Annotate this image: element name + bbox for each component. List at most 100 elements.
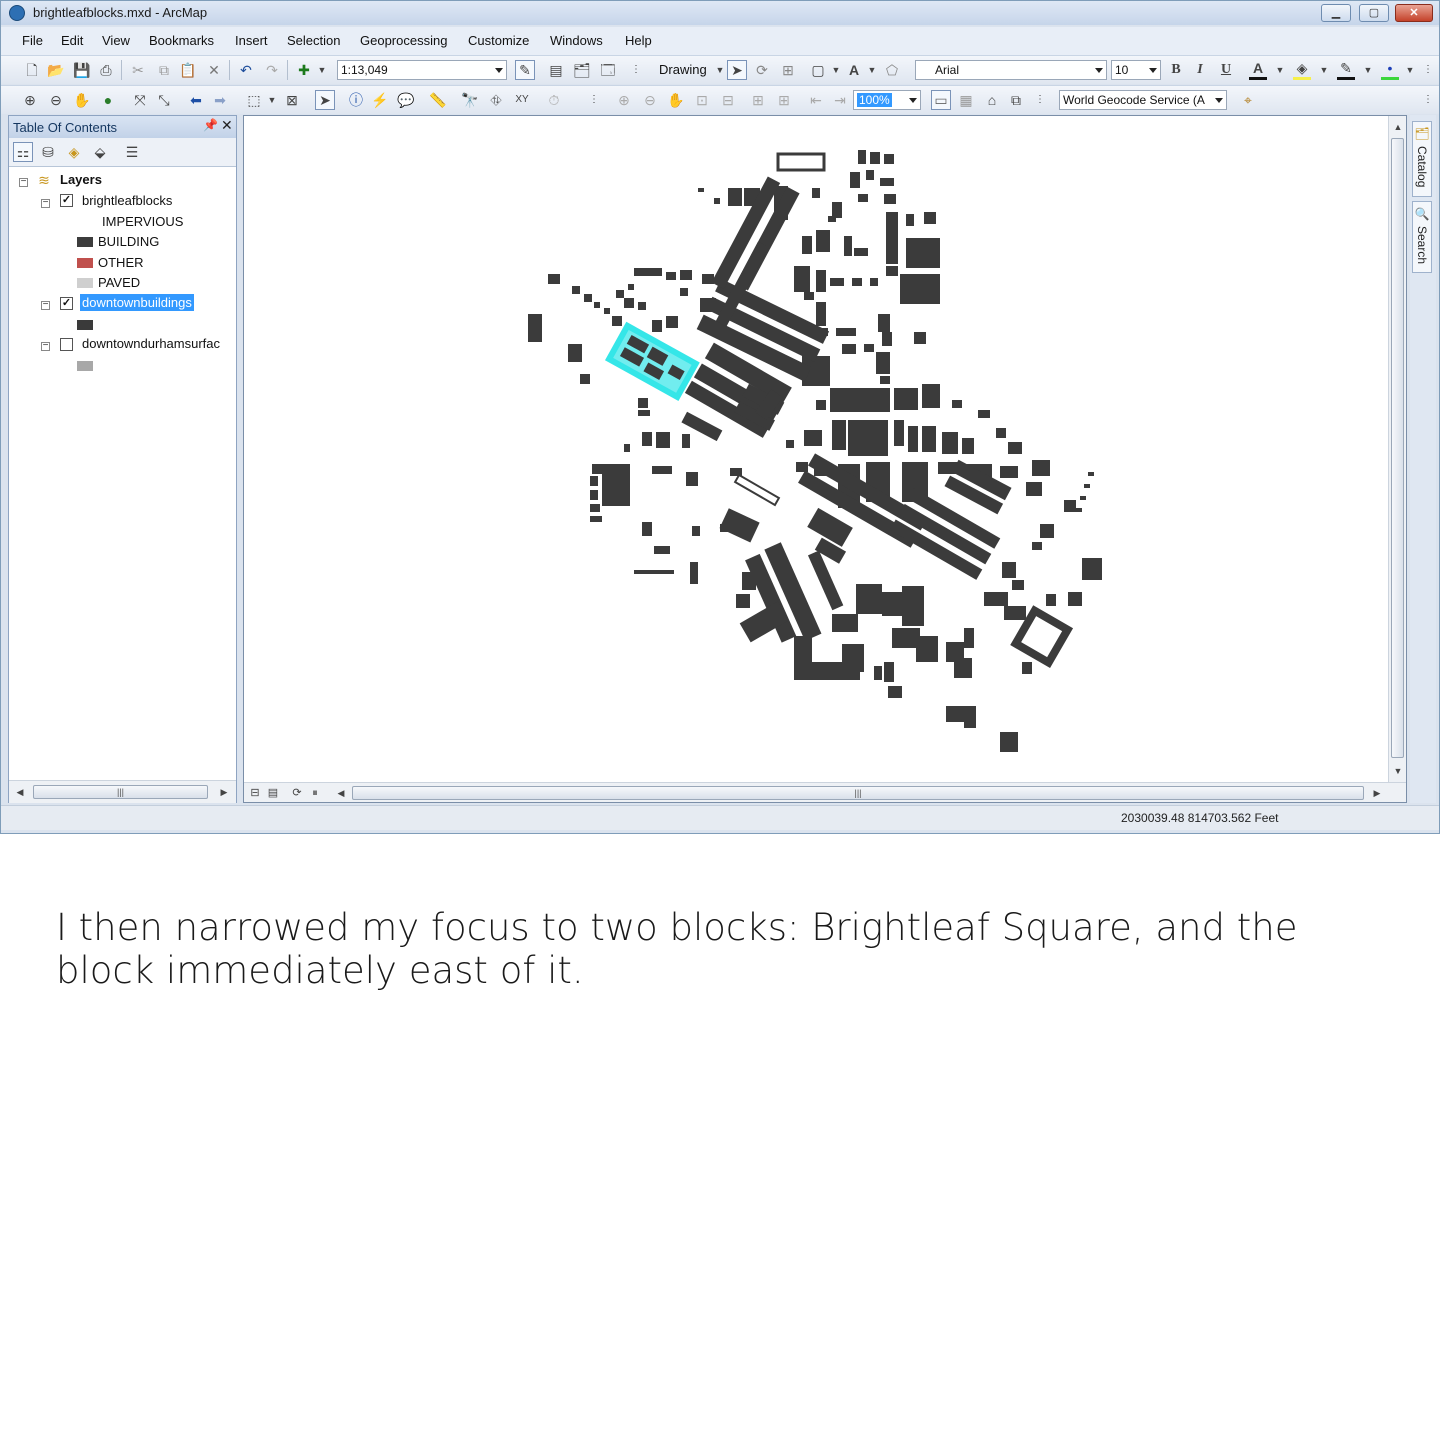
pin-icon[interactable]: 📌 — [203, 118, 218, 132]
scroll-left-icon[interactable]: ◀ — [332, 784, 350, 802]
collapse-layer-icon[interactable]: − — [41, 300, 50, 310]
layout-fixed-zoom-in-icon[interactable]: ⊞ — [749, 91, 767, 109]
back-extent-icon[interactable]: ⬅ — [187, 91, 205, 109]
save-icon[interactable]: 💾 — [73, 61, 91, 79]
close-button[interactable]: ✕ — [1395, 4, 1433, 22]
scroll-thumb[interactable] — [1391, 138, 1404, 758]
text-icon[interactable]: A — [845, 61, 863, 79]
print-icon[interactable]: ⎙ — [97, 61, 115, 79]
list-by-drawing-order-icon[interactable]: ⚏ — [13, 142, 33, 162]
toolbar-options-icon[interactable]: ⋮ — [627, 61, 645, 79]
select-elements-icon[interactable]: ➤ — [315, 90, 335, 110]
rotate-icon[interactable]: ⟳ — [753, 61, 771, 79]
refresh-icon[interactable]: ⟳ — [288, 784, 306, 802]
zoom-to-selected-elements-icon[interactable]: ⊞ — [779, 61, 797, 79]
rectangle-dropdown-icon[interactable]: ▼ — [827, 61, 845, 79]
forward-extent-icon[interactable]: ➡ — [211, 91, 229, 109]
hyperlink-icon[interactable]: ⚡ — [371, 91, 389, 109]
map-display[interactable]: ▲ ▼ ⊟ ▤ ⟳ ⏸ ◀ ||| ▶ — [243, 115, 1407, 803]
list-by-visibility-icon[interactable]: ◈ — [65, 143, 83, 161]
layer-downtownbuildings[interactable]: downtownbuildings — [80, 294, 194, 311]
layer-visibility-checkbox[interactable]: ✓ — [60, 297, 73, 310]
fixed-zoom-out-icon[interactable]: ⤡ — [155, 91, 173, 109]
select-features-dropdown-icon[interactable]: ▼ — [263, 91, 281, 109]
close-icon[interactable]: ✕ — [221, 117, 233, 134]
layout-forward-icon[interactable]: ⇥ — [831, 91, 849, 109]
map-scale-combo[interactable]: 1:13,049 — [337, 60, 507, 80]
scroll-thumb[interactable]: ||| — [33, 785, 208, 799]
full-extent-icon[interactable]: ● — [99, 91, 117, 109]
pan-icon[interactable]: ✋ — [73, 91, 91, 109]
line-color-dropdown-icon[interactable]: ▼ — [1359, 61, 1377, 79]
geocode-address-icon[interactable]: ⌖ — [1239, 91, 1257, 109]
options-icon[interactable]: ☰ — [123, 143, 141, 161]
layout-pan-icon[interactable]: ✋ — [667, 91, 685, 109]
add-data-dropdown-icon[interactable]: ▼ — [313, 61, 331, 79]
font-color-dropdown-icon[interactable]: ▼ — [1271, 61, 1289, 79]
toolbar-options-icon[interactable]: ⋮ — [1419, 91, 1437, 109]
collapse-layer-icon[interactable]: − — [41, 341, 50, 351]
add-data-icon[interactable]: ✚ — [295, 61, 313, 79]
zoom-whole-page-icon[interactable]: ⊡ — [693, 91, 711, 109]
select-elements-icon[interactable]: ➤ — [727, 60, 747, 80]
menu-customize[interactable]: Customize — [468, 33, 529, 48]
font-size-combo[interactable]: 10 — [1111, 60, 1161, 80]
clear-selection-icon[interactable]: ⊠ — [283, 91, 301, 109]
font-name-combo[interactable]: Arial — [915, 60, 1107, 80]
toolbar-options-icon[interactable]: ⋮ — [585, 91, 603, 109]
menu-selection[interactable]: Selection — [287, 33, 340, 48]
scroll-right-icon[interactable]: ▶ — [1368, 784, 1386, 802]
minimize-button[interactable]: ▁ — [1321, 4, 1351, 22]
paste-icon[interactable]: 📋 — [179, 61, 197, 79]
scroll-thumb[interactable]: ||| — [352, 786, 1364, 800]
surface-swatch[interactable] — [77, 361, 93, 371]
layers-root-label[interactable]: Layers — [60, 172, 102, 187]
go-to-xy-icon[interactable]: XY — [513, 91, 531, 109]
map-canvas[interactable] — [244, 116, 1388, 782]
scroll-left-icon[interactable]: ◀ — [11, 783, 29, 801]
new-document-icon[interactable]: 🗋 — [23, 61, 41, 79]
zoom-out-icon[interactable]: ⊖ — [47, 91, 65, 109]
maximize-button[interactable]: ▢ — [1359, 4, 1389, 22]
fixed-zoom-in-icon[interactable]: ⤧ — [131, 91, 149, 109]
copy-icon[interactable]: ⧉ — [155, 61, 173, 79]
data-view-icon[interactable]: ⊟ — [246, 784, 264, 802]
menu-edit[interactable]: Edit — [61, 33, 83, 48]
time-slider-icon[interactable]: ⏱ — [545, 91, 563, 109]
drawing-menu[interactable]: Drawing — [659, 62, 707, 77]
layer-downtowndurhamsurface[interactable]: downtowndurhamsurfac — [82, 336, 236, 351]
font-color-icon[interactable]: A — [1249, 59, 1267, 80]
fill-color-dropdown-icon[interactable]: ▼ — [1315, 61, 1333, 79]
menu-view[interactable]: View — [102, 33, 130, 48]
undo-icon[interactable]: ↶ — [237, 61, 255, 79]
zoom-in-icon[interactable]: ⊕ — [21, 91, 39, 109]
layer-visibility-checkbox[interactable]: ✓ — [60, 194, 73, 207]
text-dropdown-icon[interactable]: ▼ — [863, 61, 881, 79]
editor-toolbar-icon[interactable]: ✎ — [515, 60, 535, 80]
layout-back-icon[interactable]: ⇤ — [807, 91, 825, 109]
zoom-100-icon[interactable]: ⊟ — [719, 91, 737, 109]
data-driven-pages-icon[interactable]: ⧉ — [1007, 91, 1025, 109]
downtownbuildings-swatch[interactable] — [77, 320, 93, 330]
layer-brightleafblocks[interactable]: brightleafblocks — [82, 193, 172, 208]
marker-color-icon[interactable]: • — [1381, 59, 1399, 80]
select-features-icon[interactable]: ⬚ — [245, 91, 263, 109]
menu-geoprocessing[interactable]: Geoprocessing — [360, 33, 447, 48]
layer-visibility-checkbox[interactable] — [60, 338, 73, 351]
menu-file[interactable]: File — [22, 33, 43, 48]
list-by-selection-icon[interactable]: ⬙ — [91, 143, 109, 161]
scroll-up-icon[interactable]: ▲ — [1389, 118, 1406, 136]
menu-windows[interactable]: Windows — [550, 33, 603, 48]
measure-icon[interactable]: 📏 — [429, 91, 447, 109]
toc-horizontal-scrollbar[interactable]: ◀ ||| ▶ — [9, 780, 236, 803]
search-window-icon[interactable]: 🗔 — [599, 61, 617, 79]
redo-icon[interactable]: ↷ — [263, 61, 281, 79]
focus-data-frame-icon[interactable]: ▦ — [957, 91, 975, 109]
catalog-tab[interactable]: 🗂 Catalog — [1412, 121, 1432, 197]
menu-bookmarks[interactable]: Bookmarks — [149, 33, 214, 48]
geocode-service-combo[interactable]: World Geocode Service (A — [1059, 90, 1227, 110]
building-swatch[interactable] — [77, 237, 93, 247]
collapse-layer-icon[interactable]: − — [41, 198, 50, 208]
toolbar-options-icon[interactable]: ⋮ — [1419, 61, 1437, 79]
find-icon[interactable]: 🔭 — [461, 91, 479, 109]
